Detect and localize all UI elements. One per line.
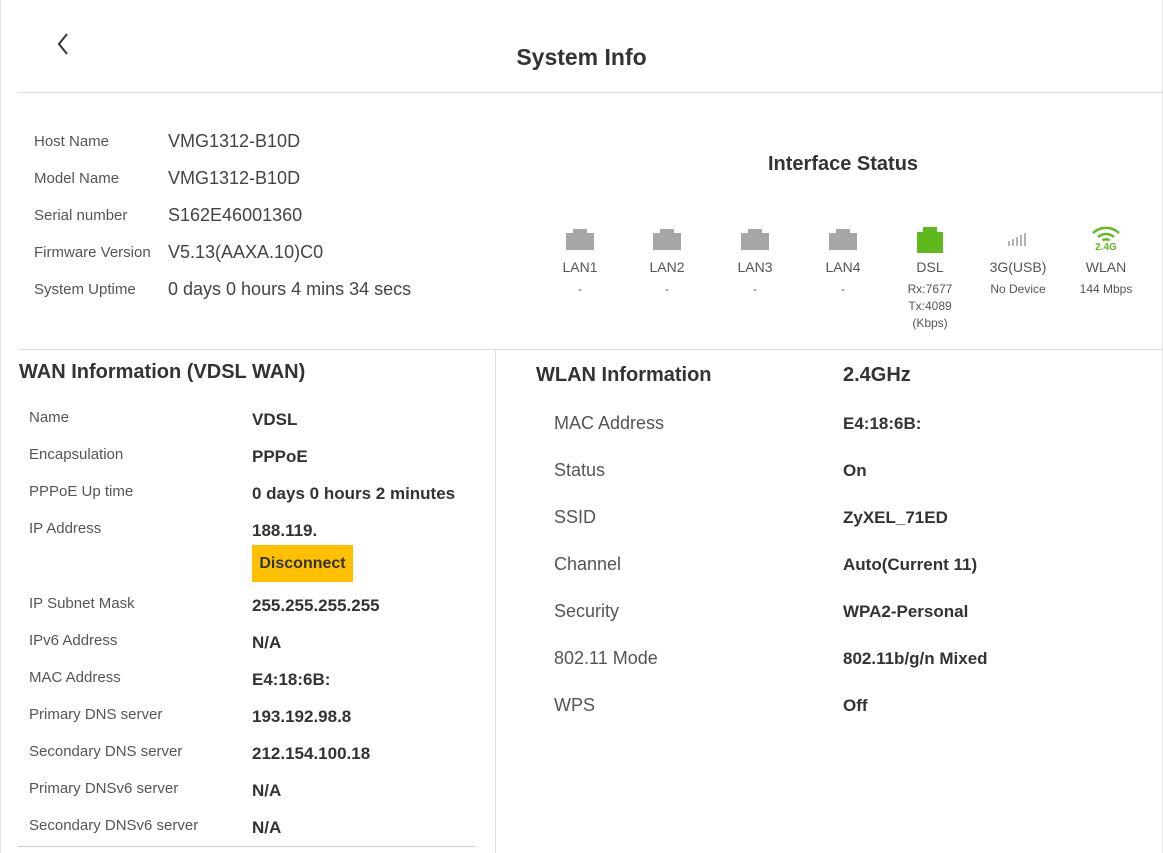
wan-secondary-dnsv6-value: N/A	[252, 818, 282, 837]
disconnect-button[interactable]: Disconnect	[252, 545, 353, 582]
ethernet-port-icon	[829, 229, 857, 250]
wan-ip-address-label: IP Address	[29, 520, 102, 537]
wan-secondary-dns-value: 212.154.100.18	[252, 744, 371, 763]
divider	[18, 846, 475, 847]
column-divider	[495, 349, 496, 853]
interface-name: LAN1	[562, 259, 598, 275]
system-uptime-value: 0 days 0 hours 4 mins 34 secs	[168, 279, 412, 299]
ethernet-port-icon	[741, 229, 769, 250]
wlan-wps-label: WPS	[554, 695, 596, 715]
interface-name: DSL	[916, 259, 944, 275]
wan-ipv6-address-label: IPv6 Address	[29, 632, 118, 649]
serial-number-label: Serial number	[34, 207, 128, 224]
divider	[18, 92, 1163, 93]
wlan-mac-address-value: E4:18:6B:	[843, 414, 922, 433]
page-title: System Info	[516, 44, 647, 70]
dsl-port-icon	[917, 227, 943, 253]
wlan-channel-value: Auto(Current 11)	[843, 555, 978, 574]
serial-number-value: S162E46001360	[168, 205, 303, 225]
signal-bars-icon	[1008, 233, 1026, 246]
wan-mac-address-label: MAC Address	[29, 669, 121, 686]
wan-ipv6-address-value: N/A	[252, 633, 282, 652]
interface-3g-usb: 3G(USB) No Device	[978, 222, 1058, 298]
wan-primary-dns-label: Primary DNS server	[29, 706, 163, 723]
wan-pppoe-uptime-value: 0 days 0 hours 2 minutes	[252, 484, 456, 503]
wan-encapsulation-value: PPPoE	[252, 447, 308, 466]
wan-ip-address-value: 188.119.	[252, 521, 318, 540]
wan-encapsulation-label: Encapsulation	[29, 446, 124, 463]
interface-lan2: LAN2 -	[627, 222, 707, 298]
wlan-mode-value: 802.11b/g/n Mixed	[843, 649, 988, 668]
wan-subnet-mask-label: IP Subnet Mask	[29, 595, 135, 612]
wlan-status-label: Status	[554, 460, 606, 480]
interface-lan3: LAN3 -	[715, 222, 795, 298]
interface-detail: -	[753, 282, 757, 296]
wlan-information-title: WLAN Information	[536, 364, 712, 386]
firmware-version-value: V5.13(AAXA.10)C0	[168, 242, 324, 262]
interface-name: WLAN	[1085, 259, 1127, 275]
wan-primary-dnsv6-value: N/A	[252, 781, 282, 800]
interface-detail: Rx:7677 Tx:4089 (Kbps)	[890, 281, 970, 332]
interface-name: LAN3	[737, 259, 773, 275]
divider	[18, 349, 1163, 350]
wan-mac-address-value: E4:18:6B:	[252, 670, 331, 689]
model-name-label: Model Name	[34, 170, 120, 187]
wlan-mode-label: 802.11 Mode	[554, 648, 658, 668]
system-uptime-label: System Uptime	[34, 281, 136, 298]
wan-secondary-dns-label: Secondary DNS server	[29, 743, 183, 760]
interface-lan1: LAN1 -	[540, 222, 620, 298]
interface-dsl: DSL Rx:7677 Tx:4089 (Kbps)	[890, 222, 970, 332]
interface-name: LAN4	[825, 259, 861, 275]
wlan-channel-label: Channel	[554, 554, 622, 574]
wlan-ssid-value: ZyXEL_71ED	[843, 508, 948, 527]
wan-secondary-dnsv6-label: Secondary DNSv6 server	[29, 817, 199, 834]
interface-wlan: 2.4G WLAN 144 Mbps	[1066, 222, 1146, 298]
interface-status-title: Interface Status	[768, 153, 919, 175]
wifi-icon	[1092, 226, 1120, 242]
dsl-tx-rate: Tx:4089 (Kbps)	[908, 299, 952, 330]
model-name-value: VMG1312-B10D	[168, 168, 301, 188]
wan-information-title: WAN Information (VDSL WAN)	[19, 361, 306, 383]
wlan-ssid-label: SSID	[554, 507, 597, 527]
wlan-band-label: 2.4GHz	[843, 364, 911, 386]
dsl-rx-rate: Rx:7677	[907, 282, 953, 296]
firmware-version-label: Firmware Version	[34, 244, 151, 261]
interface-detail: No Device	[990, 282, 1046, 296]
host-name-value: VMG1312-B10D	[168, 131, 301, 151]
host-name-label: Host Name	[34, 133, 110, 150]
wan-pppoe-uptime-label: PPPoE Up time	[29, 483, 134, 500]
wan-name-value: VDSL	[252, 410, 298, 429]
interface-detail: -	[841, 282, 845, 296]
wan-primary-dns-value: 193.192.98.8	[252, 707, 352, 726]
wan-primary-dnsv6-label: Primary DNSv6 server	[29, 780, 179, 797]
ethernet-port-icon	[653, 229, 681, 250]
wan-name-label: Name	[29, 409, 70, 426]
wan-subnet-mask-value: 255.255.255.255	[252, 596, 380, 615]
wlan-security-label: Security	[554, 601, 620, 621]
interface-detail: 144 Mbps	[1079, 282, 1133, 296]
interface-detail: -	[665, 282, 669, 296]
interface-name: 3G(USB)	[989, 259, 1047, 275]
ethernet-port-icon	[566, 229, 594, 250]
wlan-mac-address-label: MAC Address	[554, 413, 665, 433]
wlan-security-value: WPA2-Personal	[843, 602, 969, 621]
interface-detail: -	[578, 282, 582, 296]
wlan-band-badge: 2.4G	[1095, 242, 1117, 253]
wlan-status-value: On	[843, 461, 867, 480]
interface-lan4: LAN4 -	[803, 222, 883, 298]
wlan-wps-value: Off	[843, 696, 868, 715]
interface-name: LAN2	[649, 259, 685, 275]
